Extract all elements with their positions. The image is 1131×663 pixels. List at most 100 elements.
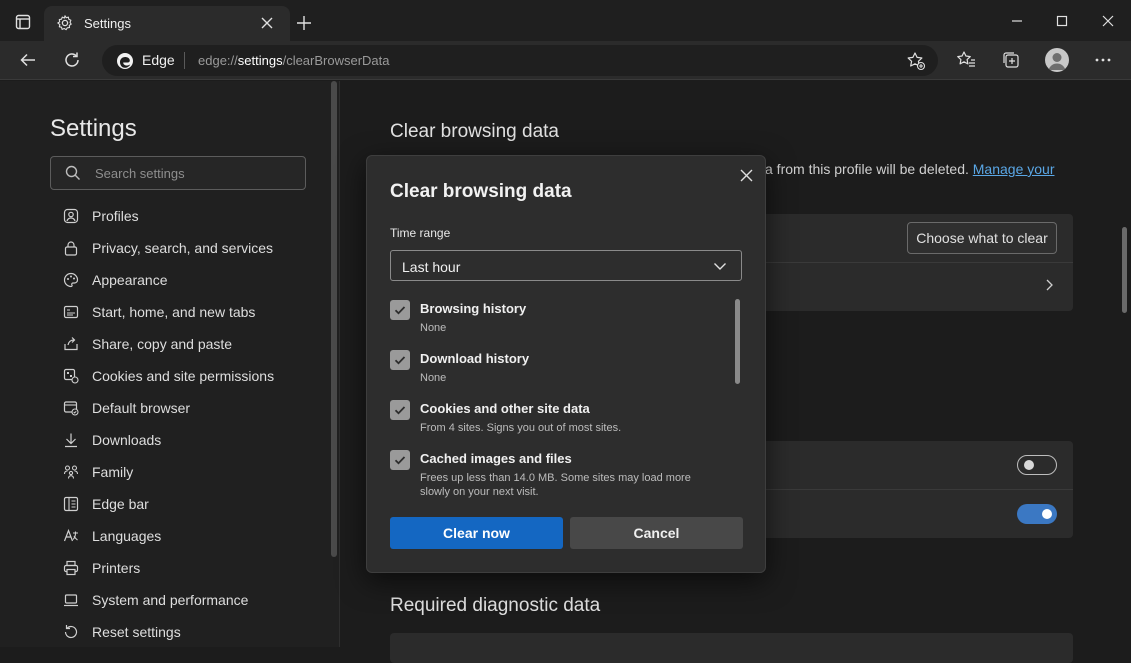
title-bar: Settings	[0, 0, 1131, 41]
add-favorite-icon[interactable]	[906, 51, 926, 71]
sidebar-item-profiles[interactable]: Profiles	[62, 203, 322, 229]
address-divider	[184, 52, 185, 69]
sidebar-item-cookies[interactable]: Cookies and site permissions	[62, 363, 322, 389]
settings-sidebar: Settings Profiles Privacy, search, and s…	[0, 81, 340, 647]
toggle-switch-off[interactable]	[1017, 455, 1057, 475]
chevron-down-icon	[713, 259, 727, 273]
sidebar-item-edge-bar[interactable]: Edge bar	[62, 491, 322, 517]
address-brand: Edge	[142, 52, 175, 68]
maximize-icon[interactable]	[1051, 10, 1073, 32]
cancel-button[interactable]: Cancel	[570, 517, 743, 549]
sidebar-item-reset[interactable]: Reset settings	[62, 619, 322, 645]
collections-icon[interactable]	[1000, 49, 1022, 71]
sidebar-item-label: Family	[92, 464, 134, 480]
sidebar-item-printers[interactable]: Printers	[62, 555, 322, 581]
time-range-label: Time range	[390, 226, 451, 240]
dialog-scrollbar[interactable]	[735, 299, 740, 384]
sidebar-item-system[interactable]: System and performance	[62, 587, 322, 613]
option-title: Browsing history	[420, 301, 527, 316]
printer-icon	[62, 559, 80, 577]
lock-icon	[62, 239, 80, 257]
clear-browsing-data-dialog: Clear browsing data Time range Last hour…	[366, 155, 766, 573]
checkbox-checked-icon[interactable]	[390, 350, 410, 370]
sidebar-item-downloads[interactable]: Downloads	[62, 427, 322, 453]
url-text[interactable]: edge://settings/clearBrowserData	[198, 53, 390, 68]
close-window-icon[interactable]	[1097, 10, 1119, 32]
edge-bar-icon	[62, 495, 80, 513]
home-icon	[62, 303, 80, 321]
option-description: From 4 sites. Signs you out of most site…	[420, 422, 622, 434]
sidebar-item-label: Edge bar	[92, 496, 149, 512]
sidebar-item-share[interactable]: Share, copy and paste	[62, 331, 322, 357]
option-title: Download history	[420, 351, 530, 366]
sidebar-item-languages[interactable]: Languages	[62, 523, 322, 549]
manage-link[interactable]: Manage your	[973, 161, 1055, 177]
search-input[interactable]	[95, 163, 295, 183]
dialog-title: Clear browsing data	[390, 181, 572, 202]
section-title: Required diagnostic data	[390, 595, 601, 616]
sidebar-scrollbar[interactable]	[331, 81, 337, 557]
favorites-icon[interactable]	[955, 49, 977, 71]
option-description: None	[420, 322, 447, 334]
sidebar-item-label: Reset settings	[92, 624, 181, 640]
checkbox-checked-icon[interactable]	[390, 450, 410, 470]
toggle-knob	[1042, 509, 1052, 519]
laptop-icon	[62, 591, 80, 609]
gear-icon	[56, 14, 74, 32]
checkbox-checked-icon[interactable]	[390, 400, 410, 420]
family-icon	[62, 463, 80, 481]
palette-icon	[62, 271, 80, 289]
option-description: Frees up less than 14.0 MB. Some sites m…	[420, 472, 691, 498]
time-range-select[interactable]: Last hour	[390, 250, 742, 281]
close-tab-icon[interactable]	[258, 14, 276, 32]
sidebar-item-privacy[interactable]: Privacy, search, and services	[62, 235, 322, 261]
sidebar-item-label: Share, copy and paste	[92, 336, 233, 352]
sidebar-item-start-home[interactable]: Start, home, and new tabs	[62, 299, 322, 325]
share-icon	[62, 335, 80, 353]
tab-actions-icon[interactable]	[12, 11, 34, 33]
sidebar-item-label: Cookies and site permissions	[92, 368, 275, 384]
sidebar-item-label: Start, home, and new tabs	[92, 304, 256, 320]
toggle-switch-on[interactable]	[1017, 504, 1057, 524]
search-box[interactable]	[50, 156, 306, 190]
close-icon[interactable]	[737, 166, 755, 184]
more-options-icon[interactable]	[1092, 49, 1114, 71]
checkbox-checked-icon[interactable]	[390, 300, 410, 320]
back-arrow-icon[interactable]	[17, 49, 39, 71]
sidebar-item-label: Default browser	[92, 400, 191, 416]
chevron-right-icon[interactable]	[1042, 278, 1056, 292]
main-scrollbar[interactable]	[1122, 227, 1127, 313]
tab-settings[interactable]: Settings	[44, 6, 290, 41]
sidebar-item-label: Privacy, search, and services	[92, 240, 274, 256]
choose-what-to-clear-button[interactable]: Choose what to clear	[907, 222, 1057, 254]
toggle-knob	[1024, 460, 1034, 470]
sidebar-item-default-browser[interactable]: Default browser	[62, 395, 322, 421]
clear-now-button[interactable]: Clear now	[390, 517, 563, 549]
sidebar-item-family[interactable]: Family	[62, 459, 322, 485]
sidebar-item-label: System and performance	[92, 592, 249, 608]
profile-icon	[62, 207, 80, 225]
edge-logo-icon	[116, 52, 134, 70]
diagnostic-card	[390, 633, 1073, 663]
minimize-icon[interactable]	[1006, 10, 1028, 32]
languages-icon	[62, 527, 80, 545]
sidebar-item-label: Downloads	[92, 432, 162, 448]
address-bar[interactable]: Edge edge://settings/clearBrowserData	[102, 45, 938, 76]
tab-title: Settings	[84, 16, 131, 31]
page-title: Clear browsing data	[390, 121, 559, 142]
time-range-value: Last hour	[402, 259, 461, 275]
sidebar-title: Settings	[50, 115, 137, 142]
avatar[interactable]	[1045, 48, 1069, 72]
sidebar-item-appearance[interactable]: Appearance	[62, 267, 322, 293]
reset-icon	[62, 623, 80, 641]
browser-icon	[62, 399, 80, 417]
option-title: Cookies and other site data	[420, 401, 590, 416]
sidebar-item-label: Profiles	[92, 208, 139, 224]
refresh-icon[interactable]	[61, 49, 83, 71]
sidebar-item-label: Appearance	[92, 272, 168, 288]
description-text: a from this profile will be deleted. Man…	[765, 161, 1055, 177]
toolbar: Edge edge://settings/clearBrowserData	[0, 41, 1131, 80]
new-tab-icon[interactable]	[294, 13, 314, 33]
download-icon	[62, 431, 80, 449]
sidebar-item-label: Printers	[92, 560, 141, 576]
